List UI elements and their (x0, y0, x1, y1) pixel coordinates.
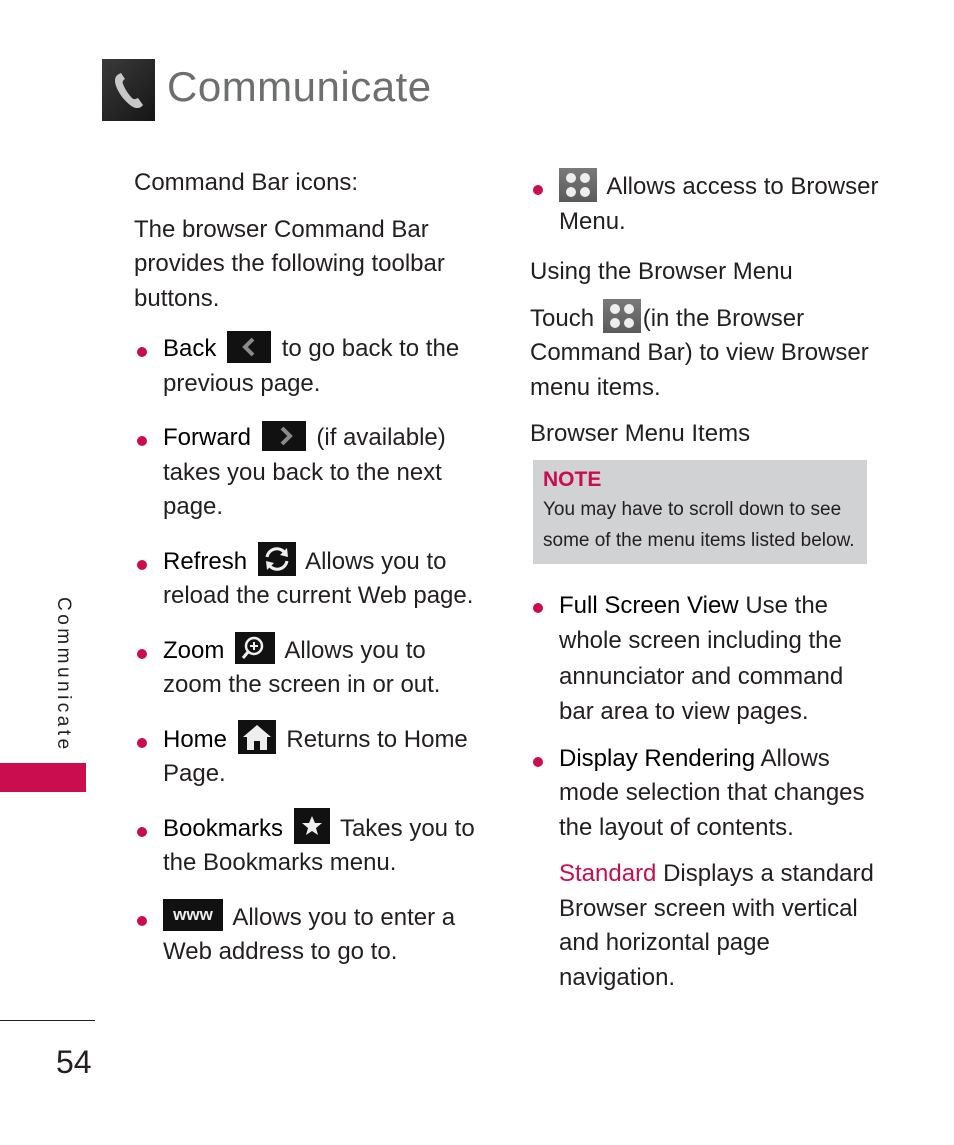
intro-text: The browser Command Bar provides the fol… (134, 215, 445, 312)
desc-browser-menu: Allows access to Browser Menu. (559, 173, 879, 235)
list-item-home: Home Returns to Home Page. (134, 720, 484, 792)
sub-item-standard: Standard Displays a standard Browser scr… (530, 857, 880, 995)
list-item-zoom: Zoom Allows you to zoom the screen in or… (134, 632, 484, 703)
term-back: Back (163, 335, 217, 362)
command-bar-heading: Command Bar icons: (134, 169, 359, 196)
term-standard: Standard (559, 860, 657, 887)
page-number: 54 (56, 1044, 92, 1080)
note-title: NOTE (543, 467, 602, 491)
term-home: Home (163, 725, 228, 753)
forward-arrow-icon (261, 420, 306, 451)
section-tab-marker (0, 763, 86, 792)
list-item-back: Back to go back to the previous page. (134, 330, 484, 401)
using-browser-menu-text: Touch (in the Browser Command Bar) to vi… (530, 299, 880, 406)
note-box: NOTE You may have to scroll down to see … (533, 459, 867, 564)
using-browser-menu-heading: Using the Browser Menu (530, 258, 793, 285)
list-item-browser-menu: Allows access to Browser Menu. (530, 167, 880, 239)
browser-menu-items-heading: Browser Menu Items (530, 420, 751, 447)
zoom-in-icon (235, 632, 276, 665)
www-icon-label: www (173, 905, 213, 925)
term-refresh: Refresh (163, 547, 248, 575)
phone-handset-icon (102, 59, 155, 121)
browser-menu-icon (559, 167, 597, 202)
term-bookmarks: Bookmarks (163, 814, 284, 842)
note-text: You may have to scroll down to see some … (543, 498, 855, 551)
star-icon (293, 808, 330, 845)
term-forward: Forward (163, 424, 252, 451)
list-item-display-rendering: Display Rendering Allows mode selection … (530, 742, 880, 846)
list-item-www: www Allows you to enter a Web address to… (134, 899, 484, 970)
list-item-full-screen-view: Full Screen View Use the whole screen in… (530, 588, 880, 730)
right-column: Allows access to Browser Menu. Using the… (530, 167, 880, 995)
term-full-screen-view: Full Screen View (559, 591, 739, 619)
list-item-forward: Forward (if available) takes you back to… (134, 420, 484, 525)
footer-divider (0, 1020, 95, 1021)
home-icon (237, 720, 276, 755)
refresh-icon (257, 542, 296, 577)
using-text-before: Touch (530, 304, 595, 332)
www-icon: www (163, 899, 223, 932)
term-display-rendering: Display Rendering (559, 744, 756, 772)
list-item-refresh: Refresh Allows you to reload the current… (134, 542, 484, 614)
left-column: Command Bar icons: The browser Command B… (134, 166, 484, 970)
section-side-label: Communicate (53, 597, 74, 753)
page-title: Communicate (167, 63, 432, 110)
term-zoom: Zoom (163, 636, 225, 664)
list-item-bookmarks: Bookmarks Takes you to the Bookmarks men… (134, 808, 484, 881)
back-arrow-icon (227, 330, 272, 363)
browser-menu-icon (602, 299, 641, 334)
